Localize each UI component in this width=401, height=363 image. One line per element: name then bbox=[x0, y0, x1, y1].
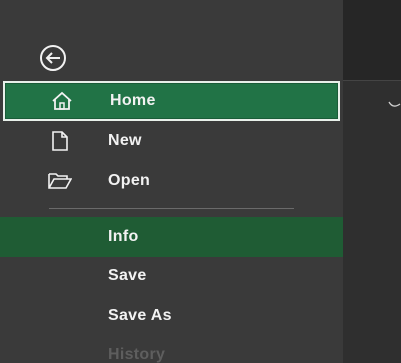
home-icon bbox=[50, 90, 74, 112]
open-folder-icon bbox=[48, 170, 72, 192]
nav-item-label: History bbox=[108, 346, 166, 363]
content-divider bbox=[343, 80, 401, 81]
nav-item-save-as[interactable]: Save As bbox=[0, 296, 343, 336]
backstage-view: Home New Open Info Save Save As History bbox=[0, 0, 401, 363]
nav-item-label: New bbox=[108, 132, 142, 149]
nav-item-label: Open bbox=[108, 172, 151, 189]
nav-item-open[interactable]: Open bbox=[0, 161, 343, 201]
content-header bbox=[343, 0, 401, 80]
backstage-nav: Home New Open Info Save Save As History bbox=[0, 0, 343, 363]
back-arrow-icon bbox=[40, 45, 66, 71]
nav-item-new[interactable]: New bbox=[0, 121, 343, 161]
nav-item-label: Save bbox=[108, 267, 147, 284]
nav-item-label: Home bbox=[110, 92, 156, 109]
new-document-icon bbox=[48, 130, 72, 152]
nav-item-history[interactable]: History bbox=[0, 335, 343, 363]
nav-divider bbox=[49, 208, 294, 209]
nav-item-label: Info bbox=[108, 228, 139, 245]
main-content-pane bbox=[343, 0, 401, 363]
nav-item-info[interactable]: Info bbox=[0, 217, 343, 257]
partial-glyph-icon bbox=[388, 101, 401, 107]
nav-item-label: Save As bbox=[108, 307, 172, 324]
nav-item-save[interactable]: Save bbox=[0, 256, 343, 296]
back-button[interactable] bbox=[39, 44, 67, 72]
nav-item-home[interactable]: Home bbox=[3, 81, 340, 121]
